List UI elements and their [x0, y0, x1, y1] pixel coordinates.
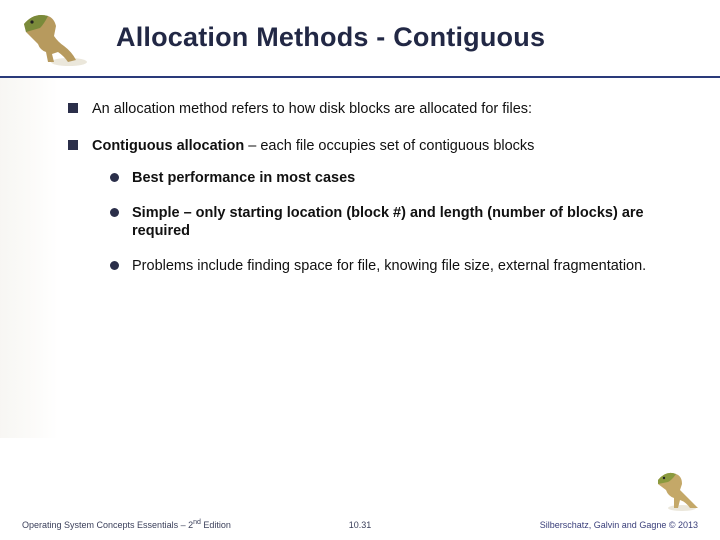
sub-bullet-item: Simple – only starting location (block #…	[110, 204, 673, 241]
sub-bullet-text: Best performance in most cases	[132, 170, 355, 186]
sub-bullet-item: Problems include finding space for file,…	[110, 257, 673, 276]
slide-header: Allocation Methods - Contiguous	[0, 0, 720, 78]
footer-left: Operating System Concepts Essentials – 2…	[22, 519, 231, 530]
sub-bullet-item: Best performance in most cases	[110, 169, 673, 188]
bullet-item: An allocation method refers to how disk …	[68, 100, 673, 119]
footer-left-sup: nd	[193, 519, 201, 526]
left-spine	[0, 78, 58, 438]
bullet-text: – each file occupies set of contiguous b…	[244, 138, 534, 154]
bullet-lead: Contiguous allocation	[92, 138, 244, 154]
footer-page-number: 10.31	[349, 520, 372, 530]
footer-copyright: Silberschatz, Galvin and Gagne © 2013	[540, 520, 698, 530]
bullet-item: Contiguous allocation – each file occupi…	[68, 137, 673, 276]
slide-body: An allocation method refers to how disk …	[68, 100, 673, 293]
slide-footer: Operating System Concepts Essentials – 2…	[0, 512, 720, 540]
dinosaur-right-icon	[652, 468, 706, 512]
sub-bullet-text: Problems include finding space for file,…	[132, 258, 646, 274]
footer-left-pre: Operating System Concepts Essentials – 2	[22, 520, 193, 530]
bullet-text: An allocation method refers to how disk …	[92, 101, 532, 117]
footer-left-post: Edition	[201, 520, 231, 530]
dinosaur-left-icon	[14, 6, 94, 68]
slide-title: Allocation Methods - Contiguous	[116, 22, 545, 53]
sub-bullet-text: Simple – only starting location (block #…	[132, 205, 644, 240]
